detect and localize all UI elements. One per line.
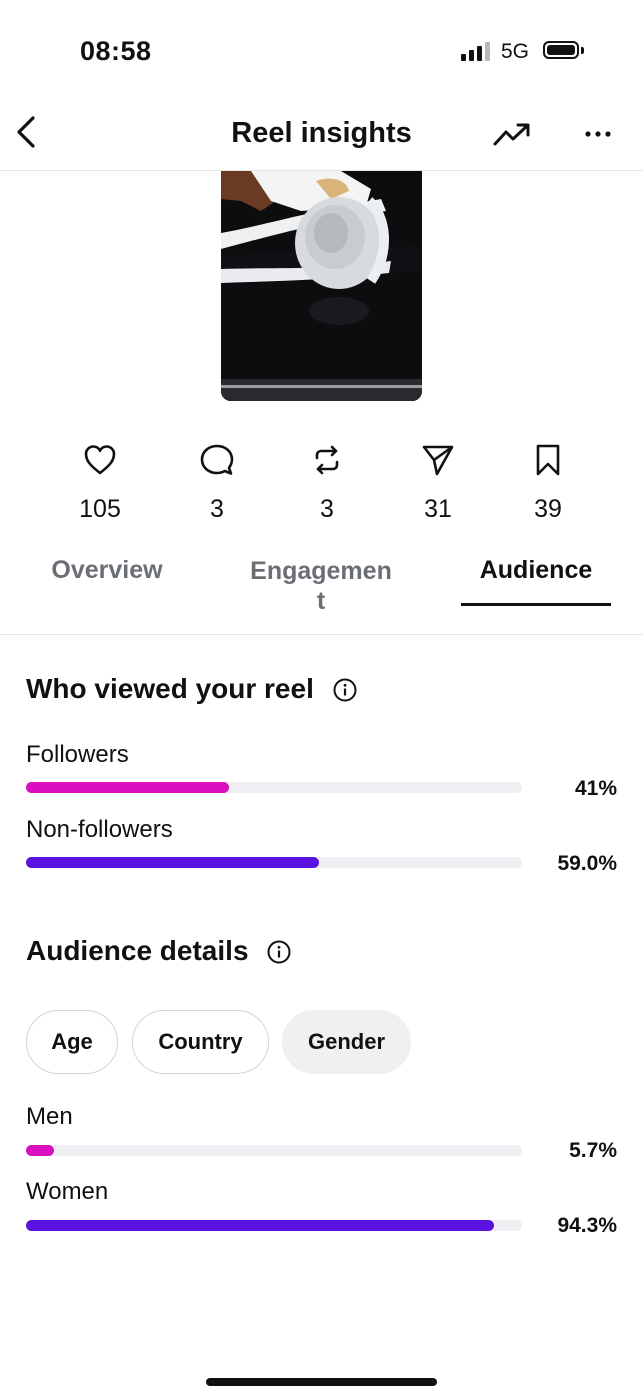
battery-tip [581, 47, 584, 54]
home-indicator [206, 1378, 437, 1386]
audience-section-title: Audience details [26, 935, 249, 966]
more-options-icon[interactable] [582, 122, 614, 146]
trending-icon[interactable] [492, 118, 532, 150]
active-tab-indicator [461, 603, 611, 606]
tabs-divider [0, 634, 643, 635]
battery-icon [543, 41, 579, 59]
comment-icon [200, 444, 234, 475]
status-time: 08:58 [80, 36, 152, 66]
repost-icon [315, 445, 339, 475]
women-percent: 94.3% [557, 1214, 617, 1237]
chip-gender[interactable]: Gender [282, 1010, 411, 1074]
followers-percent: 41% [574, 777, 617, 800]
tab-audience[interactable]: Audience [461, 556, 611, 585]
info-icon[interactable] [267, 940, 291, 964]
women-label: Women [26, 1178, 109, 1205]
women-bar-fill [26, 1220, 494, 1231]
share-icon [422, 445, 454, 476]
network-type: 5G [501, 40, 530, 63]
shares-metric: 31 [398, 443, 478, 524]
comments-metric: 3 [177, 443, 257, 524]
non-followers-bar-track [26, 857, 522, 868]
non-followers-label: Non-followers [26, 816, 173, 843]
info-icon[interactable] [333, 678, 357, 702]
page-title: Reel insights [231, 117, 412, 149]
non-followers-bar-fill [26, 857, 319, 868]
saves-count: 39 [534, 495, 562, 523]
saves-metric: 39 [508, 443, 588, 524]
viewers-section-title: Who viewed your reel [26, 673, 314, 704]
non-followers-percent: 59.0% [557, 852, 617, 875]
cellular-signal-icon [461, 41, 490, 61]
men-bar-track [26, 1145, 522, 1156]
men-label: Men [26, 1103, 73, 1130]
tab-overview[interactable]: Overview [32, 556, 182, 585]
followers-bar-track [26, 782, 522, 793]
reel-thumbnail-image [221, 171, 422, 401]
reposts-count: 3 [320, 495, 334, 523]
followers-label: Followers [26, 741, 129, 768]
reposts-metric: 3 [287, 443, 367, 524]
followers-bar-fill [26, 782, 230, 793]
heart-icon [84, 445, 116, 475]
likes-metric: 105 [60, 443, 140, 524]
chip-age[interactable]: Age [26, 1010, 118, 1074]
chip-country[interactable]: Country [132, 1010, 269, 1074]
tab-engagement[interactable]: Engagemen t [236, 556, 406, 616]
men-bar-fill [26, 1145, 55, 1156]
bookmark-icon [536, 444, 560, 476]
reel-thumbnail[interactable] [221, 171, 422, 401]
comments-count: 3 [210, 495, 224, 523]
shares-count: 31 [424, 495, 452, 523]
women-bar-track [26, 1220, 522, 1231]
likes-count: 105 [79, 495, 121, 523]
men-percent: 5.7% [569, 1139, 617, 1162]
